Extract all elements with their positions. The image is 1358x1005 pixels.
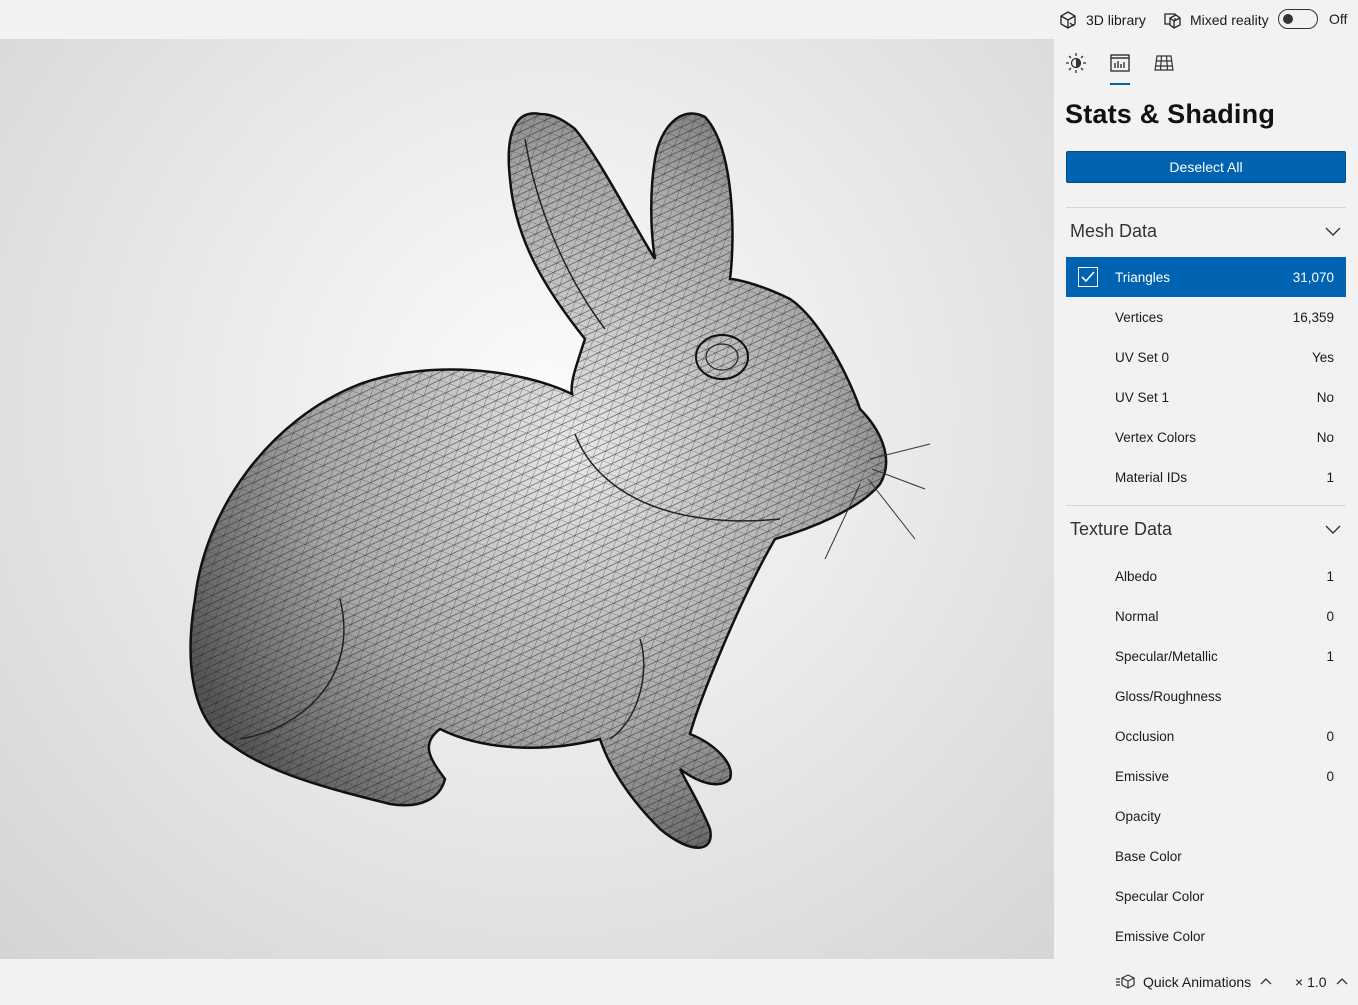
stat-value: No: [1316, 389, 1334, 405]
mixed-reality-label: Mixed reality: [1190, 11, 1269, 28]
stat-label: Opacity: [1115, 808, 1161, 824]
stat-label: Triangles: [1115, 269, 1171, 285]
3d-library-button[interactable]: 3D library: [1058, 0, 1146, 39]
bottom-bar: Quick Animations × 1.0: [0, 959, 1358, 1005]
chevron-up-icon: [1336, 978, 1347, 985]
stat-row-triangles[interactable]: Triangles 31,070: [1066, 257, 1346, 297]
divider: [1066, 505, 1346, 506]
tab-grid[interactable]: [1152, 51, 1176, 75]
stats-icon: [1110, 54, 1130, 72]
stat-label: Emissive Color: [1115, 928, 1206, 944]
stat-row-uv-set-1[interactable]: UV Set 1 No: [1066, 377, 1346, 417]
animation-cube-icon: [1116, 974, 1135, 989]
stat-row-specular-color[interactable]: Specular Color: [1066, 876, 1346, 916]
texture-data-header[interactable]: Texture Data: [1066, 507, 1346, 551]
quick-animations-button[interactable]: Quick Animations: [1115, 959, 1273, 1005]
stat-label: Gloss/Roughness: [1115, 688, 1222, 704]
grid-icon: [1154, 55, 1174, 71]
stat-value: 1: [1326, 469, 1334, 485]
stat-label: UV Set 0: [1115, 349, 1170, 365]
toggle-state-label: Off: [1329, 11, 1348, 27]
divider: [1066, 207, 1346, 208]
stat-label: Specular/Metallic: [1115, 648, 1218, 664]
stat-value: 1: [1326, 568, 1334, 584]
3d-viewport[interactable]: [0, 39, 1054, 959]
stat-label: Base Color: [1115, 848, 1182, 864]
stat-row-uv-set-0[interactable]: UV Set 0 Yes: [1066, 337, 1346, 377]
animation-speed-button[interactable]: × 1.0: [1295, 959, 1349, 1005]
chevron-down-icon: [1325, 227, 1341, 236]
stat-label: Vertex Colors: [1115, 429, 1197, 445]
stat-row-specular-metallic[interactable]: Specular/Metallic 1: [1066, 636, 1346, 676]
quick-animations-label: Quick Animations: [1143, 974, 1252, 990]
tab-stats[interactable]: [1108, 51, 1132, 75]
mixed-reality-toggle[interactable]: [1278, 9, 1318, 29]
top-bar: 3D library Mixed reality Off: [0, 0, 1358, 39]
stat-value: 0: [1326, 608, 1334, 624]
stat-row-albedo[interactable]: Albedo 1: [1066, 556, 1346, 596]
stat-row-opacity[interactable]: Opacity: [1066, 796, 1346, 836]
tab-lighting[interactable]: [1064, 51, 1088, 75]
mesh-data-title: Mesh Data: [1070, 220, 1158, 241]
stat-label: Occlusion: [1115, 728, 1175, 744]
stat-row-material-ids[interactable]: Material IDs 1: [1066, 457, 1346, 497]
animation-speed-label: × 1.0: [1295, 974, 1327, 990]
stat-row-gloss-roughness[interactable]: Gloss/Roughness: [1066, 676, 1346, 716]
stat-label: Specular Color: [1115, 888, 1205, 904]
panel-tabs: [1054, 39, 1358, 89]
stat-label: Material IDs: [1115, 469, 1188, 485]
cube-icon: [1060, 10, 1076, 29]
stat-row-occlusion[interactable]: Occlusion 0: [1066, 716, 1346, 756]
deselect-all-button[interactable]: Deselect All: [1066, 151, 1346, 183]
stat-value: 16,359: [1292, 309, 1334, 325]
toggle-knob: [1283, 13, 1293, 24]
chevron-up-icon: [1260, 978, 1272, 985]
stats-shading-panel: Stats & Shading Deselect All Mesh Data T…: [1054, 39, 1358, 959]
stat-label: Emissive: [1115, 768, 1170, 784]
panel-title: Stats & Shading: [1065, 99, 1276, 129]
stat-value: 0: [1326, 768, 1334, 784]
stat-value: Yes: [1311, 349, 1334, 365]
stat-label: Normal: [1115, 608, 1159, 624]
chevron-down-icon: [1325, 525, 1341, 534]
stat-row-base-color[interactable]: Base Color: [1066, 836, 1346, 876]
bunny-mesh-model[interactable]: [0, 39, 1054, 959]
stat-value: 31,070: [1292, 269, 1334, 285]
stat-value: 0: [1326, 728, 1334, 744]
stat-label: Vertices: [1115, 309, 1164, 325]
active-tab-indicator: [1110, 83, 1130, 85]
lighting-icon: [1066, 53, 1086, 73]
stat-row-normal[interactable]: Normal 0: [1066, 596, 1346, 636]
stat-value: 1: [1326, 648, 1334, 664]
stat-row-vertices[interactable]: Vertices 16,359: [1066, 297, 1346, 337]
stat-label: UV Set 1: [1115, 389, 1170, 405]
3d-library-label: 3D library: [1086, 11, 1146, 28]
mixed-reality-icon: [1164, 12, 1181, 29]
stat-label: Albedo: [1115, 568, 1158, 584]
mixed-reality-button[interactable]: Mixed reality: [1162, 0, 1269, 39]
stat-row-emissive-color[interactable]: Emissive Color: [1066, 916, 1346, 956]
stat-row-vertex-colors[interactable]: Vertex Colors No: [1066, 417, 1346, 457]
stat-row-emissive[interactable]: Emissive 0: [1066, 756, 1346, 796]
checkbox[interactable]: [1078, 267, 1098, 287]
mesh-data-header[interactable]: Mesh Data: [1066, 209, 1346, 253]
texture-data-title: Texture Data: [1070, 518, 1173, 539]
stat-value: No: [1316, 429, 1334, 445]
